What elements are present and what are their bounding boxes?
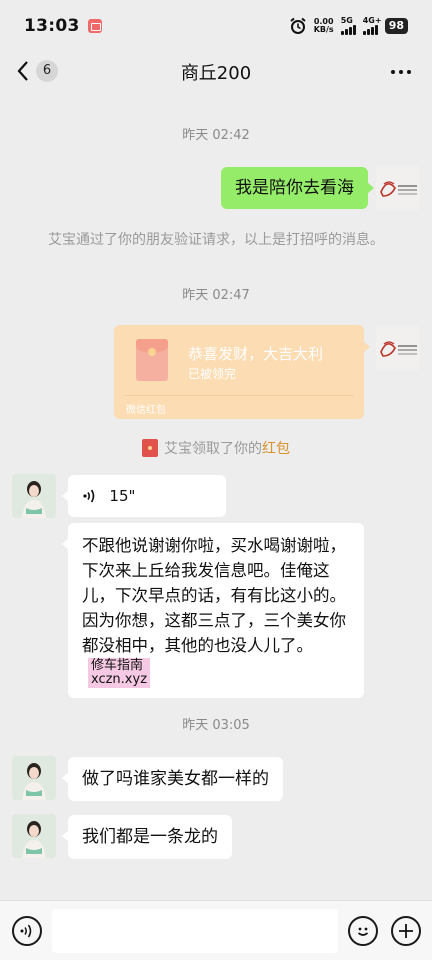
red-packet-claimed-notice: 艾宝领取了你的红包	[0, 438, 432, 458]
battery-icon: 98	[384, 18, 408, 34]
more-options-icon[interactable]	[390, 62, 412, 82]
girl-portrait-icon	[12, 814, 56, 858]
message-timestamp: 昨天 02:47	[182, 288, 250, 303]
incoming-message-bubble[interactable]: 做了吗谁家美女都一样的	[62, 757, 283, 801]
voice-wave-icon	[20, 924, 32, 938]
incoming-message-bubble[interactable]: 我们都是一条龙的	[62, 815, 232, 859]
emoji-button[interactable]	[348, 916, 378, 946]
red-packet-link[interactable]: 红包	[262, 441, 290, 457]
red-packet-card[interactable]: 恭喜发财，大吉大利 已被领完 微信红包	[114, 325, 370, 419]
watermark-line1: 修车指南	[91, 658, 144, 673]
signal-4g-label: 4G+	[362, 16, 382, 25]
more-actions-button[interactable]	[391, 916, 421, 946]
signal-5g-icon: 5G	[340, 16, 356, 35]
system-notice: 艾宝通过了你的朋友验证请求，以上是打招呼的消息。	[48, 232, 384, 248]
outgoing-message-bubble[interactable]: 我是陪你去看海	[221, 167, 374, 209]
chat-title: 商丘200	[180, 63, 252, 84]
status-bar: 13:03 0.00 KB/s 5G 4G+ 98	[0, 0, 432, 52]
notice-prefix: 艾宝领取了你的	[164, 441, 262, 457]
chat-input-bar	[0, 900, 432, 960]
message-text: 不跟他说谢谢你啦，买水喝谢谢啦，下次来上丘给我发信息吧。佳俺这儿，下次早点的话，…	[82, 536, 346, 655]
unread-count-badge: 6	[36, 60, 58, 82]
red-packet-status: 已被领完	[188, 367, 237, 381]
voice-duration: 15"	[109, 487, 136, 505]
contact-avatar[interactable]	[12, 756, 56, 800]
network-speed: 0.00 KB/s	[314, 18, 334, 34]
chevron-left-icon	[17, 61, 28, 81]
smiley-icon	[357, 927, 369, 936]
voice-wave-icon	[83, 489, 95, 503]
contact-avatar[interactable]	[12, 474, 56, 518]
message-input[interactable]	[52, 909, 338, 953]
red-packet-title: 恭喜发财，大吉大利	[188, 345, 324, 363]
incoming-message-bubble[interactable]: 不跟他说谢谢你啦，买水喝谢谢啦，下次来上丘给我发信息吧。佳俺这儿，下次早点的话，…	[62, 523, 364, 698]
net-speed-unit: KB/s	[313, 25, 334, 34]
notification-app-icon	[87, 19, 102, 33]
my-avatar[interactable]	[376, 166, 420, 210]
red-packet-footer: 微信红包	[126, 405, 166, 416]
watermark-line2: xczn.xyz	[91, 672, 148, 687]
signal-5g-label: 5G	[340, 16, 353, 25]
brand-logo-icon	[376, 326, 420, 370]
voice-message-bubble[interactable]: 15"	[62, 475, 226, 517]
status-time: 13:03	[24, 16, 80, 36]
girl-portrait-icon	[12, 756, 56, 800]
red-envelope-icon	[136, 339, 168, 381]
plus-icon	[399, 924, 413, 938]
red-packet-divider	[124, 395, 354, 396]
message-timestamp: 昨天 03:05	[182, 718, 250, 733]
my-avatar[interactable]	[376, 326, 420, 370]
status-indicators: 0.00 KB/s 5G 4G+ 98	[289, 16, 408, 35]
voice-input-button[interactable]	[12, 916, 42, 946]
signal-4g-icon: 4G+	[362, 16, 382, 35]
contact-avatar[interactable]	[12, 814, 56, 858]
girl-portrait-icon	[12, 474, 56, 518]
watermark-label: 修车指南 xczn.xyz	[88, 658, 151, 688]
red-envelope-small-icon	[142, 439, 158, 457]
alarm-clock-icon	[290, 17, 306, 34]
brand-logo-icon	[376, 166, 420, 210]
chat-header: 6 商丘200	[0, 52, 432, 92]
back-button[interactable]: 6	[16, 60, 58, 82]
message-timestamp: 昨天 02:42	[182, 128, 250, 143]
